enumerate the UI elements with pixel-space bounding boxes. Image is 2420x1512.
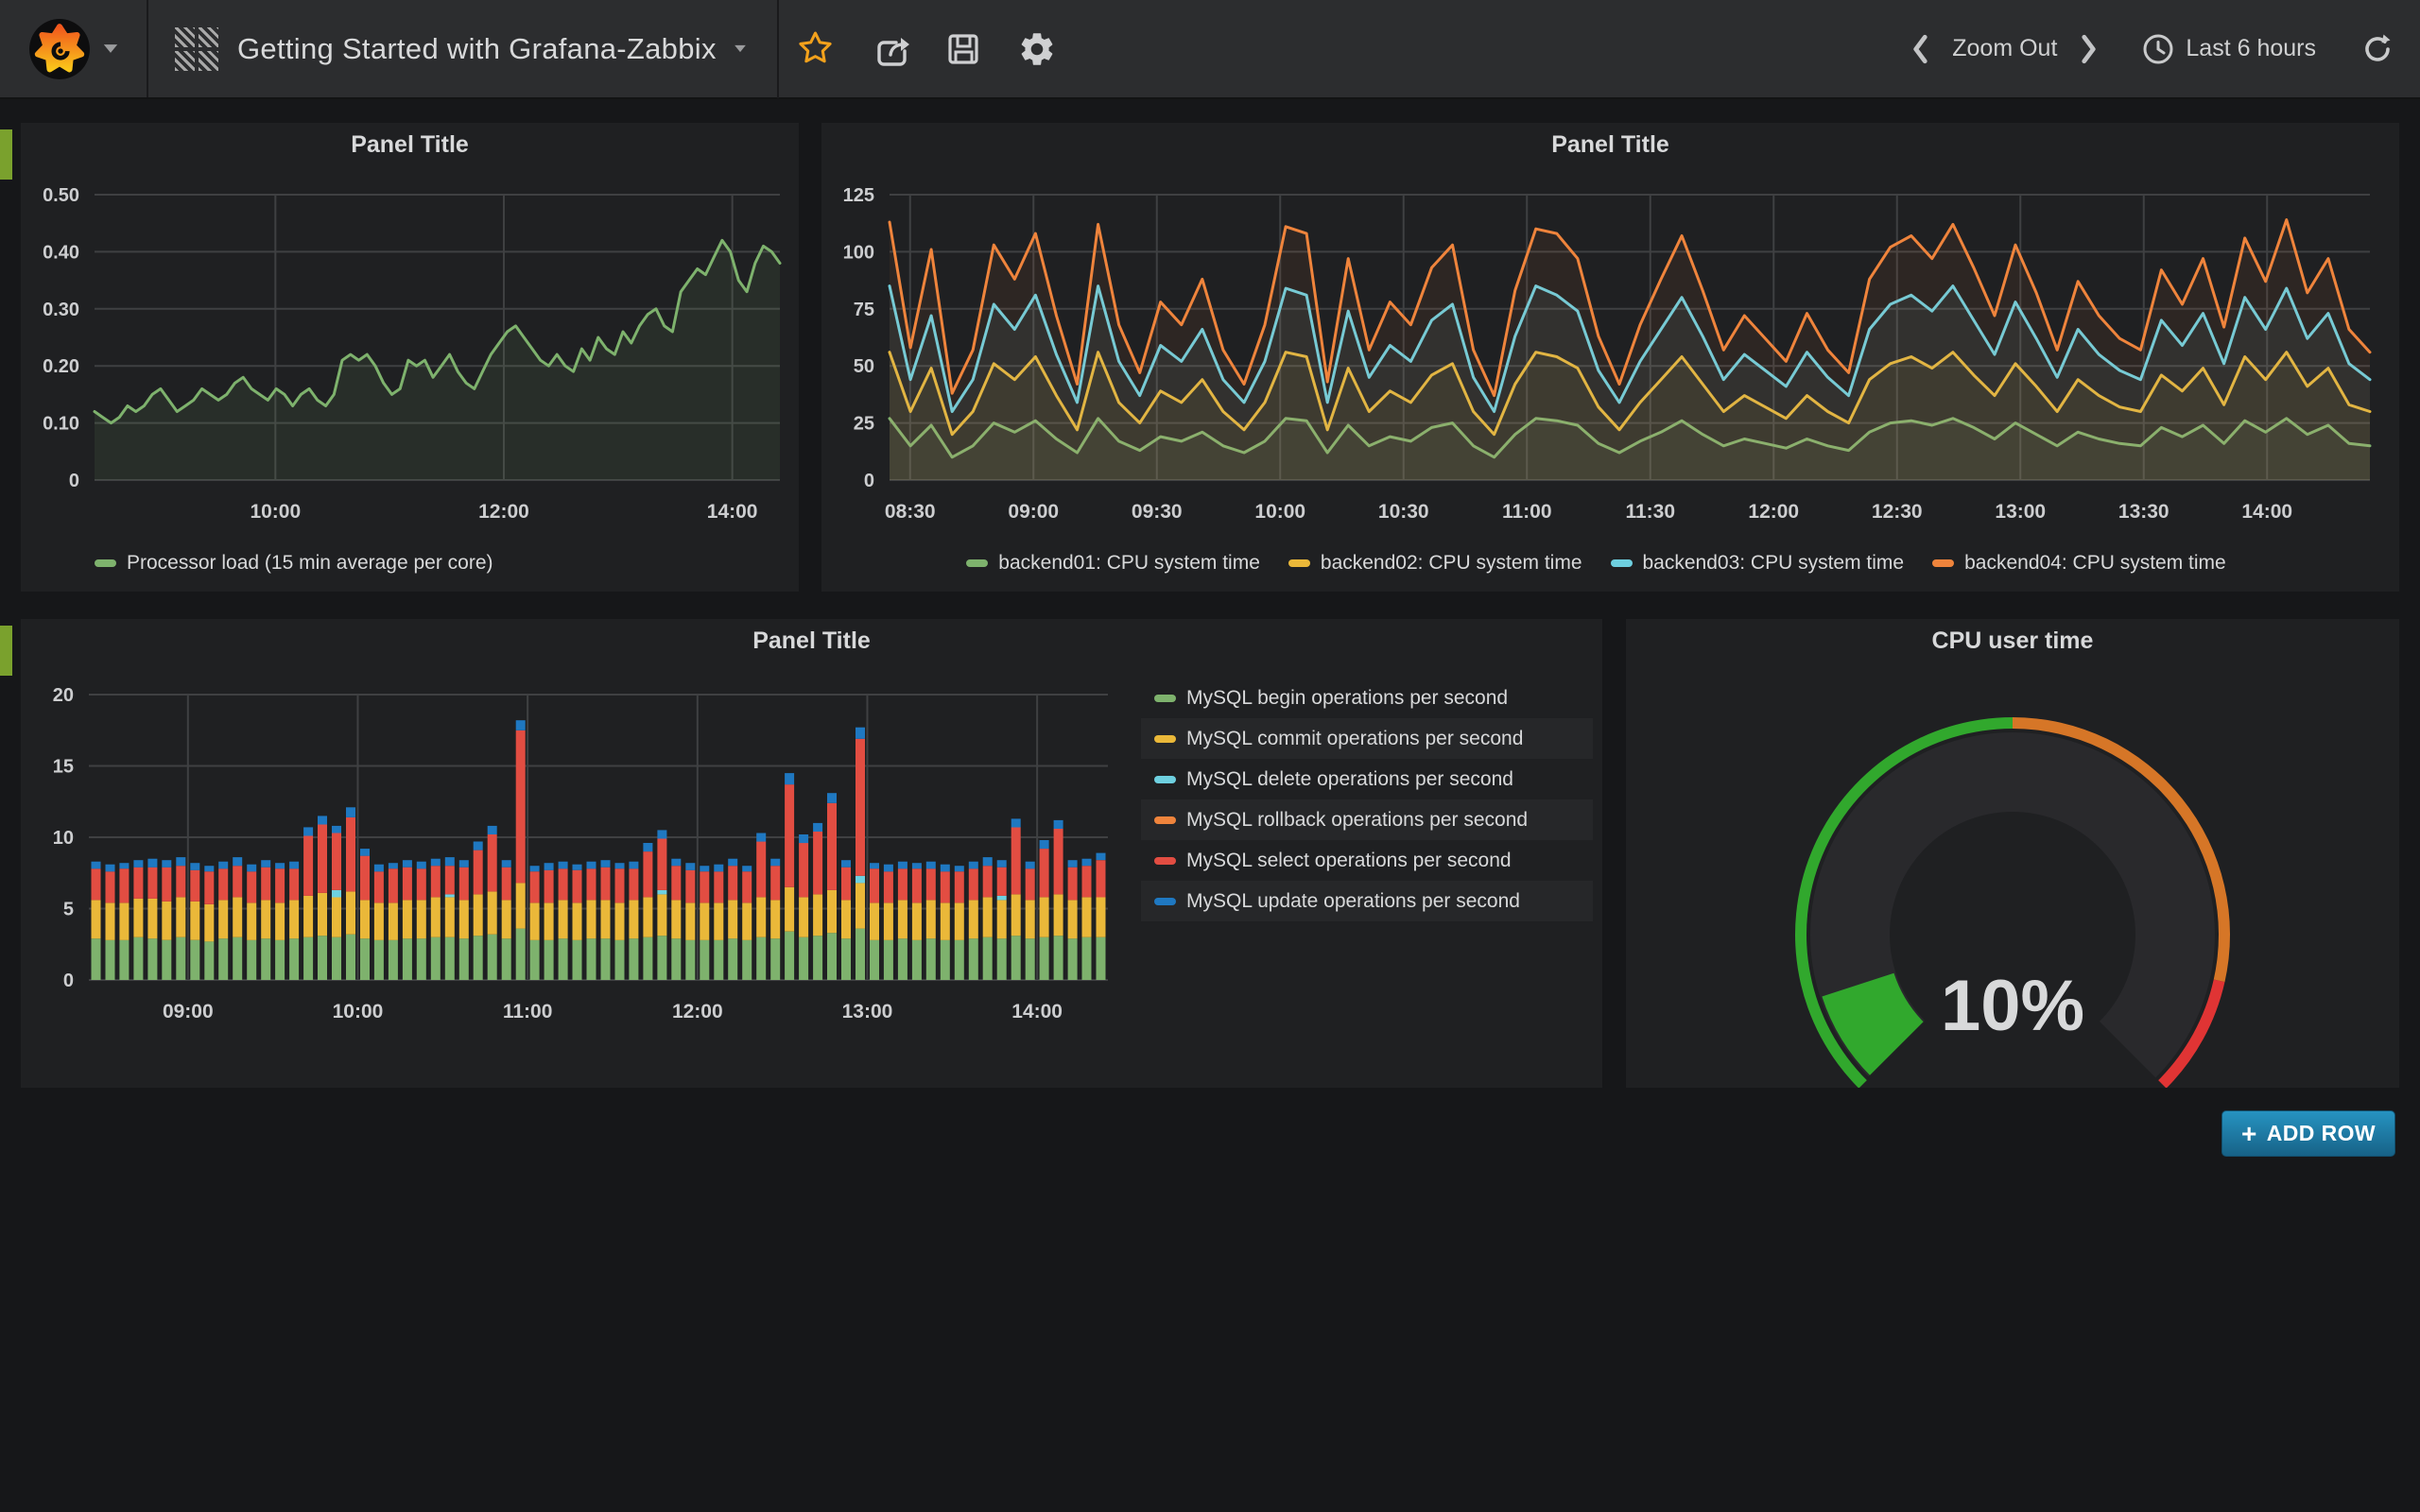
svg-text:13:30: 13:30: [2118, 501, 2169, 523]
chevron-left-icon: [1910, 33, 1931, 65]
legend-item[interactable]: Processor load (15 min average per core): [95, 552, 493, 575]
top-navbar: Getting Started with Grafana-Zabbix: [0, 0, 2420, 99]
row-collapse-handle-1[interactable]: [0, 129, 12, 180]
svg-text:75: 75: [854, 300, 874, 320]
legend-item[interactable]: MySQL select operations per second: [1141, 840, 1593, 881]
panel-cpu-user-time: CPU user time 10%: [1626, 619, 2399, 1088]
legend-item[interactable]: MySQL begin operations per second: [1141, 678, 1593, 718]
svg-text:0.30: 0.30: [43, 300, 79, 320]
svg-text:50: 50: [854, 356, 874, 377]
chevron-right-icon: [2078, 33, 2099, 65]
clock-icon: [2142, 33, 2174, 65]
svg-text:14:00: 14:00: [1011, 1001, 1063, 1022]
time-range-label: Last 6 hours: [2186, 35, 2316, 62]
legend-item[interactable]: MySQL delete operations per second: [1141, 759, 1593, 799]
svg-text:10:00: 10:00: [1254, 501, 1305, 523]
legend-item[interactable]: backend01: CPU system time: [966, 552, 1260, 575]
svg-text:09:00: 09:00: [1008, 501, 1059, 523]
svg-text:12:00: 12:00: [672, 1001, 723, 1022]
svg-text:0.40: 0.40: [43, 242, 79, 263]
svg-text:12:00: 12:00: [478, 501, 529, 523]
star-dashboard-button[interactable]: [779, 0, 853, 98]
panel-legend: backend01: CPU system time backend02: CPU…: [821, 541, 2399, 586]
svg-text:10:00: 10:00: [333, 1001, 384, 1022]
share-icon: [869, 28, 910, 70]
legend-item[interactable]: backend04: CPU system time: [1932, 552, 2226, 575]
svg-text:13:00: 13:00: [842, 1001, 893, 1022]
svg-text:0: 0: [69, 471, 79, 491]
legend-item[interactable]: MySQL rollback operations per second: [1141, 799, 1593, 840]
dashboard-title-caret-icon: [735, 45, 746, 52]
navbar-time-controls: Zoom Out Last 6 hours: [1899, 21, 2420, 77]
panel-mysql-operations: Panel Title 0 5 10 15 20 09:00 10:00 11:00 12:00…: [21, 619, 1602, 1088]
add-row-button[interactable]: + ADD ROW: [2221, 1110, 2395, 1157]
svg-text:5: 5: [63, 900, 74, 920]
panel-title[interactable]: Panel Title: [21, 619, 1602, 662]
grafana-menu-caret-icon: [103, 44, 116, 53]
panel-legend: Processor load (15 min average per core): [21, 541, 799, 586]
svg-text:11:30: 11:30: [1625, 501, 1675, 523]
svg-text:10:30: 10:30: [1378, 501, 1429, 523]
star-icon: [796, 29, 835, 68]
dashboard-grid-icon: [175, 27, 218, 71]
panel-processor-load: Panel Title 0 0.10 0.20 0.30 0.40 0.50 10:00 12…: [21, 123, 799, 592]
processor-load-chart[interactable]: 0 0.10 0.20 0.30 0.40 0.50 10:00 12:00 14:00: [21, 166, 799, 541]
save-dashboard-button[interactable]: [926, 0, 1000, 98]
refresh-icon: [2360, 31, 2395, 67]
svg-text:125: 125: [843, 185, 874, 206]
panel-title[interactable]: Panel Title: [21, 123, 799, 166]
panel-legend: MySQL begin operations per secondMySQL c…: [1141, 678, 1593, 921]
grafana-logo-icon: [28, 18, 91, 80]
legend-item[interactable]: MySQL commit operations per second: [1141, 718, 1593, 759]
dashboard-settings-button[interactable]: [1000, 0, 1074, 98]
panel-title[interactable]: Panel Title: [821, 123, 2399, 166]
svg-text:0.10: 0.10: [43, 414, 79, 435]
svg-text:100: 100: [843, 242, 874, 263]
svg-text:0.50: 0.50: [43, 185, 79, 206]
shift-time-back-button[interactable]: [1899, 21, 1943, 77]
legend-item[interactable]: MySQL update operations per second: [1141, 881, 1593, 921]
save-icon: [942, 28, 984, 70]
row-collapse-handle-2[interactable]: [0, 626, 12, 676]
gear-icon: [1016, 28, 1058, 70]
svg-text:09:00: 09:00: [163, 1001, 214, 1022]
refresh-dashboard-button[interactable]: [2360, 31, 2395, 67]
legend-item[interactable]: backend03: CPU system time: [1611, 552, 1905, 575]
svg-text:0: 0: [864, 471, 874, 491]
mysql-operations-chart[interactable]: 0 5 10 15 20 09:00 10:00 11:00 12:00 13:00 14:00: [21, 662, 1141, 1042]
add-row-label: ADD ROW: [2267, 1121, 2376, 1146]
svg-text:0.20: 0.20: [43, 356, 79, 377]
time-range-picker[interactable]: Last 6 hours: [2142, 33, 2316, 65]
svg-text:25: 25: [854, 414, 874, 435]
cpu-system-time-chart[interactable]: 0 25 50 75 100 125 08:30 09:00 09:30 10:00 10:30 11…: [821, 166, 2399, 541]
svg-text:12:00: 12:00: [1748, 501, 1799, 523]
zoom-out-button[interactable]: Zoom Out: [1952, 35, 2057, 62]
panel-cpu-system-time: Panel Title 0 25 50 75 100 125 08:30 09:00 09:30…: [821, 123, 2399, 592]
svg-text:08:30: 08:30: [885, 501, 936, 523]
svg-text:09:30: 09:30: [1132, 501, 1183, 523]
svg-text:20: 20: [53, 685, 74, 706]
plus-icon: +: [2241, 1119, 2257, 1149]
svg-text:12:30: 12:30: [1872, 501, 1923, 523]
dashboard-title: Getting Started with Grafana-Zabbix: [237, 32, 717, 66]
svg-text:10:00: 10:00: [250, 501, 301, 523]
svg-text:14:00: 14:00: [2241, 501, 2292, 523]
legend-item[interactable]: backend02: CPU system time: [1288, 552, 1582, 575]
svg-text:11:00: 11:00: [1502, 501, 1552, 523]
svg-text:15: 15: [53, 757, 74, 778]
share-dashboard-button[interactable]: [853, 0, 926, 98]
gauge-value: 10%: [1626, 967, 2399, 1046]
panel-title[interactable]: CPU user time: [1626, 619, 2399, 662]
dashboard-title-dropdown[interactable]: Getting Started with Grafana-Zabbix: [148, 0, 749, 97]
svg-text:10: 10: [53, 828, 74, 849]
svg-text:13:00: 13:00: [1995, 501, 2046, 523]
grafana-menu-button[interactable]: [0, 0, 148, 97]
svg-text:0: 0: [63, 971, 74, 991]
shift-time-forward-button[interactable]: [2066, 21, 2110, 77]
svg-text:11:00: 11:00: [503, 1001, 553, 1022]
svg-text:14:00: 14:00: [707, 501, 758, 523]
